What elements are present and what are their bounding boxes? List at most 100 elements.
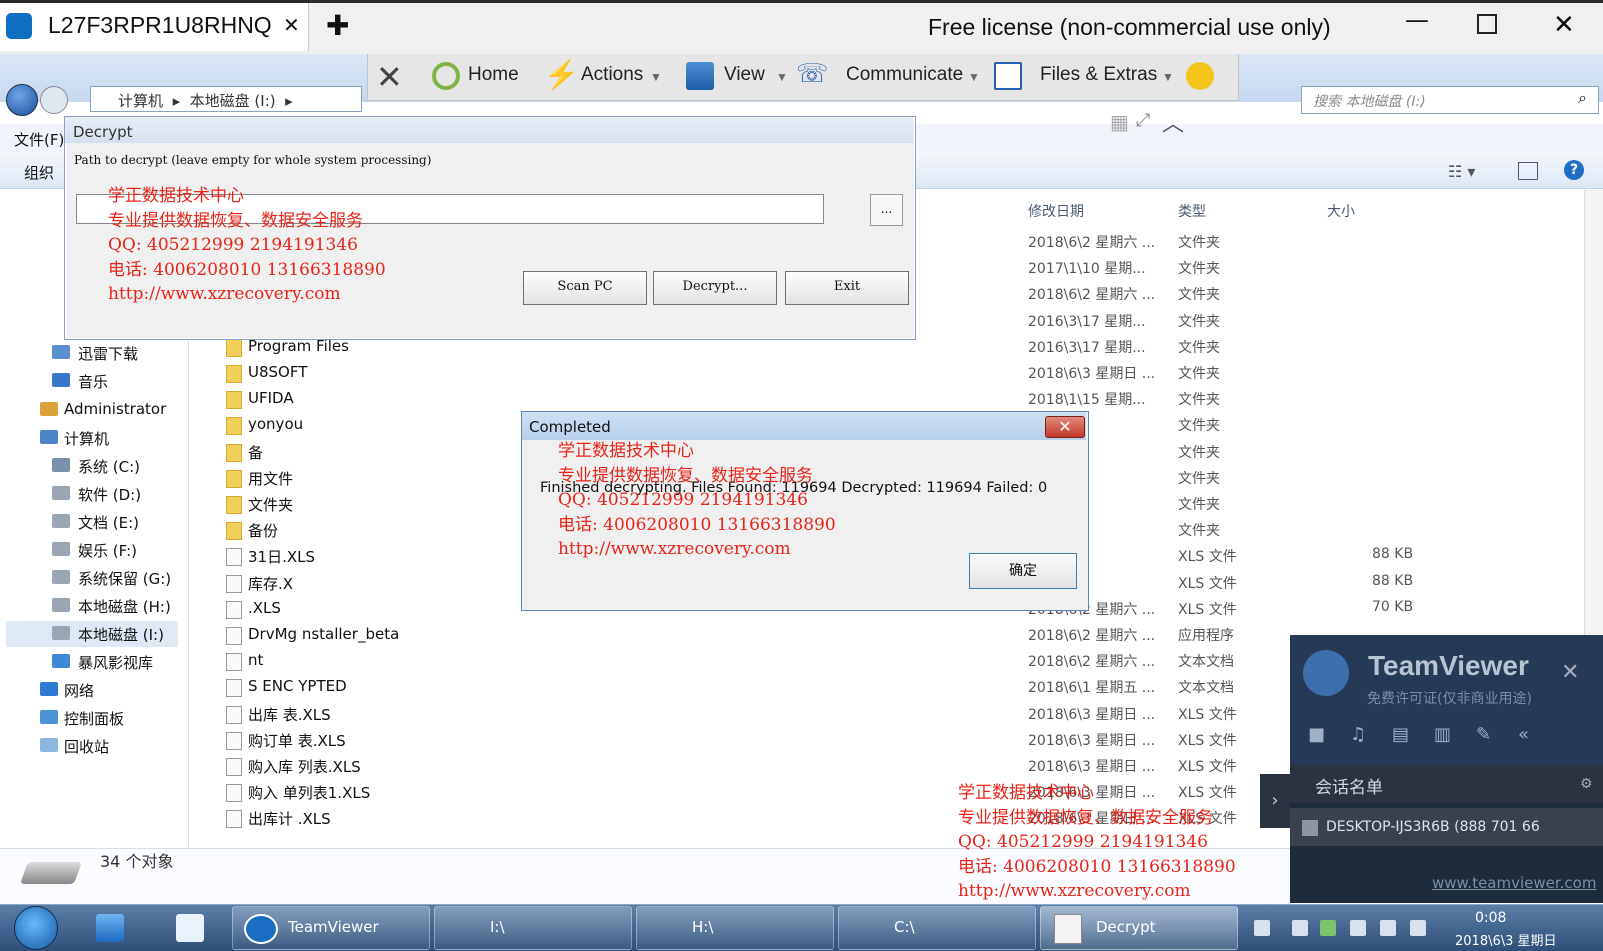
file-name[interactable]: 备 (248, 442, 263, 463)
ok-button[interactable]: 确定 (969, 553, 1077, 589)
network-tray-icon[interactable] (1380, 920, 1396, 936)
headset-icon[interactable]: ♫ (1350, 724, 1366, 745)
maximize-icon[interactable] (1477, 14, 1497, 34)
nav-item[interactable]: 迅雷下载 (78, 343, 138, 364)
nav-item[interactable]: 暴风影视库 (78, 652, 153, 673)
nav-item[interactable]: Administrator (64, 400, 166, 418)
taskbar-item-label: H:\ (692, 918, 714, 936)
keyboard-icon[interactable] (1254, 920, 1270, 936)
whiteboard-icon[interactable]: ▥ (1434, 724, 1451, 745)
file-name[interactable]: U8SOFT (248, 363, 307, 381)
clipboard-icon[interactable] (1350, 920, 1366, 936)
breadcrumb: 计算机 ▸ 本地磁盘 (I:) ▸ (118, 90, 293, 111)
nav-item[interactable]: 控制面板 (64, 708, 124, 729)
taskbar-drive-i[interactable] (434, 906, 632, 950)
close-tab-icon[interactable]: ✕ (283, 13, 300, 37)
watermark-line: 电话: 4006208010 13166318890 (558, 514, 836, 535)
folder-icon (226, 339, 242, 357)
smiley-icon[interactable] (1186, 62, 1214, 90)
file-name[interactable]: .XLS (248, 599, 281, 617)
help-icon[interactable]: ? (1564, 160, 1584, 180)
control-panel-icon (40, 710, 58, 724)
nav-item[interactable]: 文档 (E:) (78, 512, 139, 533)
quick-launch-icon[interactable] (176, 914, 204, 942)
collapse-left-icon[interactable]: « (1518, 724, 1529, 745)
chevron-right-icon: ▸ (280, 92, 293, 110)
file-name[interactable]: 31日.XLS (248, 546, 315, 567)
breadcrumb-item[interactable]: 本地磁盘 (I:) (190, 92, 276, 110)
column-header-type[interactable]: 类型 (1178, 201, 1206, 221)
organize-button[interactable]: 组织 (24, 162, 54, 183)
taskbar-drive-h[interactable] (636, 906, 834, 950)
nav-item[interactable]: 本地磁盘 (H:) (78, 596, 171, 617)
toolbar-view[interactable]: View (724, 64, 765, 86)
forward-button[interactable] (40, 86, 68, 114)
minimize-icon[interactable]: — (1405, 6, 1429, 34)
panel-icon-row: ■ ♫ ▤ ▥ ✎ « (1300, 724, 1560, 752)
file-name[interactable]: 文件夹 (248, 494, 293, 515)
panel-expand-icon[interactable]: › (1260, 774, 1290, 828)
exit-button[interactable]: Exit (785, 271, 909, 305)
security-icon[interactable] (1320, 920, 1336, 936)
panel-close-icon[interactable]: ✕ (1561, 660, 1579, 685)
file-name[interactable]: 购入库 列表.XLS (248, 756, 361, 777)
grid-icon[interactable]: ▦ (1110, 110, 1129, 134)
apps-icon[interactable] (96, 914, 124, 942)
file-name[interactable]: S ENC YPTED (248, 677, 347, 695)
nav-item[interactable]: 网络 (64, 680, 94, 701)
window-close-icon[interactable]: ✕ (1553, 10, 1575, 40)
start-button[interactable] (14, 906, 58, 950)
file-name[interactable]: 购入 单列表1.XLS (248, 782, 370, 803)
chat-icon[interactable]: ▤ (1392, 724, 1409, 745)
toolbar-files-extras[interactable]: Files & Extras (1040, 64, 1157, 86)
clock-date[interactable]: 2018\6\3 星期日 (1455, 930, 1557, 949)
file-name[interactable]: 出库 表.XLS (248, 704, 331, 725)
nav-item[interactable]: 系统保留 (G:) (78, 568, 171, 589)
file-name[interactable]: DrvMg nstaller_beta (248, 625, 399, 643)
file-name[interactable]: 出库计 .XLS (248, 808, 331, 829)
watermark-line: http://www.xzrecovery.com (558, 539, 791, 559)
nav-item-selected[interactable]: 本地磁盘 (I:) (78, 624, 164, 645)
view-options-icon[interactable]: ☷ ▾ (1448, 162, 1475, 181)
clock-time[interactable]: 0:08 (1475, 910, 1506, 926)
toolbar-home[interactable]: Home (468, 64, 519, 86)
file-type: 文本文档 (1178, 654, 1234, 670)
collapse-icon[interactable]: ︿ (1162, 106, 1184, 138)
file-name[interactable]: 用文件 (248, 468, 293, 489)
decrypt-button[interactable]: Decrypt... (653, 271, 777, 305)
nav-item[interactable]: 系统 (C:) (78, 456, 140, 477)
nav-item[interactable]: 计算机 (64, 428, 109, 449)
taskbar-drive-c[interactable] (838, 906, 1036, 950)
fullscreen-icon[interactable]: ⤢ (1136, 110, 1150, 131)
back-button[interactable] (6, 84, 38, 116)
nav-item[interactable]: 音乐 (78, 371, 108, 392)
tray-icon[interactable] (1292, 920, 1308, 936)
file-name[interactable]: 库存.X (248, 573, 293, 594)
teamviewer-link[interactable]: www.teamviewer.com (1432, 874, 1596, 892)
column-header-date[interactable]: 修改日期 (1028, 201, 1084, 221)
browse-button[interactable]: ... (870, 194, 903, 226)
search-icon[interactable]: ⌕ (1578, 88, 1587, 108)
file-name[interactable]: 购订单 表.XLS (248, 730, 346, 751)
nav-item[interactable]: 软件 (D:) (78, 484, 141, 505)
video-icon[interactable]: ■ (1308, 724, 1325, 745)
menu-file[interactable]: 文件(F) (14, 129, 64, 150)
file-name[interactable]: nt (248, 651, 263, 669)
toolbar-communicate[interactable]: Communicate (846, 64, 963, 86)
toolbar-actions[interactable]: Actions (581, 64, 643, 86)
close-icon[interactable]: ✕ (1045, 416, 1085, 438)
volume-icon[interactable] (1410, 920, 1426, 936)
new-tab-icon[interactable]: ✚ (326, 9, 349, 42)
preview-pane-icon[interactable] (1518, 162, 1538, 180)
file-name[interactable]: 备份 (248, 520, 278, 541)
file-name[interactable]: yonyou (248, 415, 303, 433)
pen-icon[interactable]: ✎ (1476, 724, 1491, 745)
close-session-icon[interactable]: ✕ (376, 58, 403, 96)
scan-pc-button[interactable]: Scan PC (523, 271, 647, 305)
nav-item[interactable]: 娱乐 (F:) (78, 540, 137, 561)
file-name[interactable]: UFIDA (248, 389, 294, 407)
nav-item[interactable]: 回收站 (64, 736, 109, 757)
breadcrumb-item[interactable]: 计算机 (118, 92, 163, 110)
column-header-size[interactable]: 大小 (1327, 201, 1355, 221)
gear-icon[interactable]: ⚙ (1580, 776, 1593, 792)
